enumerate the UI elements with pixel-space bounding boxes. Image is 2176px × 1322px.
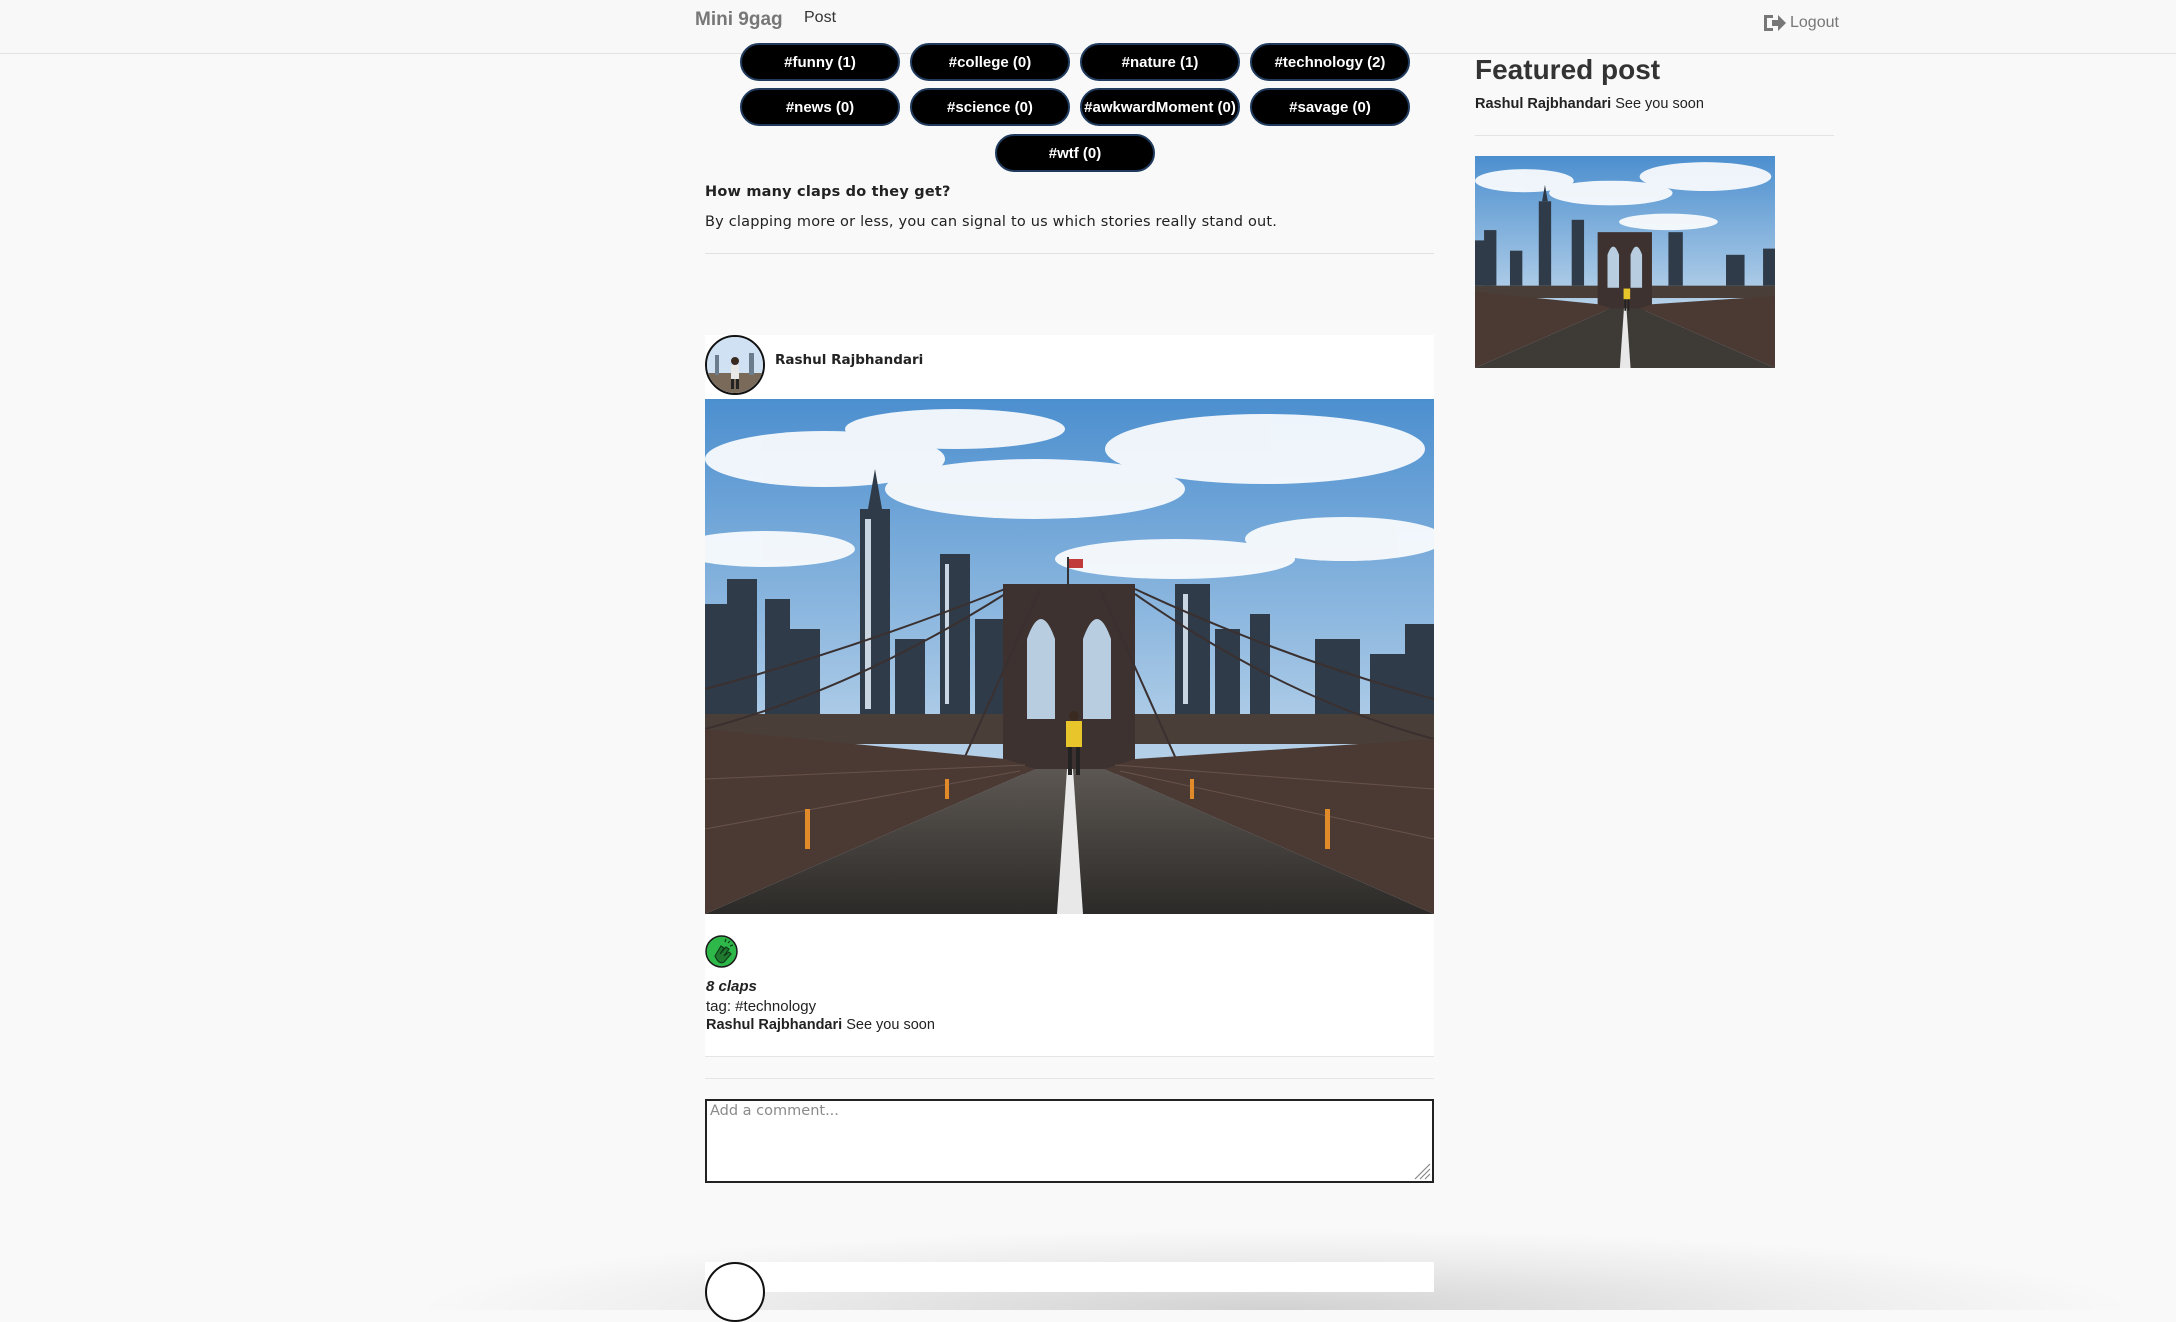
tag-filter-list: #funny (1) #college (0) #nature (1) #tec… <box>0 0 2176 180</box>
tag-pill-nature[interactable]: #nature (1) <box>1080 43 1240 81</box>
featured-text: See you soon <box>1615 96 1704 112</box>
caption-text: See you soon <box>846 1017 935 1033</box>
avatar[interactable] <box>705 335 765 395</box>
divider <box>705 1056 1434 1057</box>
tag-pill-wtf[interactable]: #wtf (0) <box>995 134 1155 172</box>
tag-pill-news[interactable]: #news (0) <box>740 88 900 126</box>
post-author[interactable]: Rashul Rajbhandari <box>775 352 923 368</box>
next-post-card <box>705 1262 1434 1292</box>
clap-count: 8 claps <box>706 978 757 995</box>
post-caption: Rashul Rajbhandari See you soon <box>706 1017 935 1033</box>
clap-hands-icon[interactable] <box>705 935 738 968</box>
resize-grip-icon[interactable] <box>1411 1160 1431 1180</box>
post-card: Rashul Rajbhandari 8 claps tag: #technol… <box>705 335 1434 1057</box>
tag-pill-science[interactable]: #science (0) <box>910 88 1070 126</box>
featured-post-title: Featured post <box>1475 54 1661 85</box>
caption-author[interactable]: Rashul Rajbhandari <box>706 1017 842 1033</box>
featured-author[interactable]: Rashul Rajbhandari <box>1475 96 1611 112</box>
tag-pill-technology[interactable]: #technology (2) <box>1250 43 1410 81</box>
divider <box>1475 135 1834 136</box>
post-tag: tag: #technology <box>706 998 817 1015</box>
tag-pill-savage[interactable]: #savage (0) <box>1250 88 1410 126</box>
comment-input[interactable] <box>705 1099 1434 1183</box>
tag-pill-awkwardmoment[interactable]: #awkwardMoment (0) <box>1080 88 1240 126</box>
divider <box>705 253 1434 254</box>
claps-explanation: By clapping more or less, you can signal… <box>705 214 1278 230</box>
featured-post-caption: Rashul Rajbhandari See you soon <box>1475 96 1704 112</box>
tag-pill-college[interactable]: #college (0) <box>910 43 1070 81</box>
avatar-photo <box>707 337 763 393</box>
divider <box>705 1078 1434 1079</box>
claps-question: How many claps do they get? <box>705 184 951 200</box>
tag-pill-funny[interactable]: #funny (1) <box>740 43 900 81</box>
post-image[interactable] <box>705 399 1434 914</box>
avatar[interactable] <box>705 1262 765 1322</box>
featured-post-image[interactable] <box>1475 156 1775 368</box>
